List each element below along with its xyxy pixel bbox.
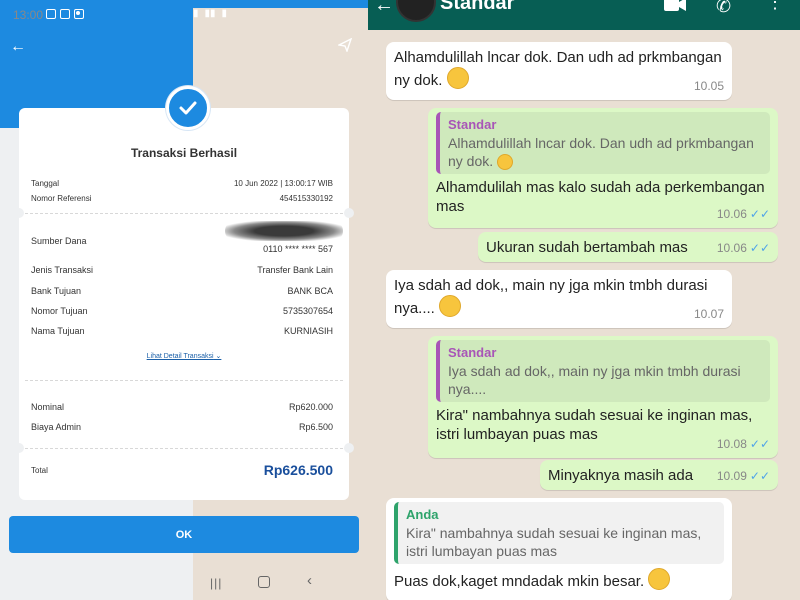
chevron-down-icon: ⌄ (215, 353, 222, 360)
success-check-icon (166, 86, 210, 130)
separator (25, 380, 343, 381)
quoted-message[interactable]: Standar Alhamdulillah lncar dok. Dan udh… (436, 112, 770, 174)
row-tanggal: Tanggal 10 Jun 2022 | 13:00:17 WIB (31, 179, 333, 188)
row-nomor-tujuan: Nomor Tujuan 5735307654 (31, 306, 333, 316)
message-incoming[interactable]: Anda Kira" nambahnya sudah sesuai ke ing… (386, 498, 732, 600)
contact-name[interactable]: Standar (440, 0, 514, 15)
row-nominal: Nominal Rp620.000 (31, 402, 333, 412)
share-icon[interactable] (336, 37, 353, 57)
ok-button[interactable]: OK (9, 516, 359, 553)
phone-call-icon[interactable]: ✆ (716, 0, 731, 17)
total-amount: Rp626.500 (263, 462, 333, 478)
detail-transaksi-link[interactable]: Lihat Detail Transaksi ⌄ (19, 352, 349, 360)
quoted-message[interactable]: Standar Iya sdah ad dok,, main ny jga mk… (436, 340, 770, 402)
row-total: Total Rp626.500 (31, 462, 333, 478)
back-icon[interactable]: ‹ (307, 572, 312, 589)
mobile-banking-screen: 13:00 ▮ ▮▮ ▮ ← Transaksi Berhasil Tanggal … (0, 0, 368, 600)
row-nama-tujuan: Nama Tujuan KURNIASIH (31, 326, 333, 336)
message-outgoing[interactable]: Ukuran sudah bertambah mas 10.06 ✓✓ (478, 232, 778, 262)
grin-emoji-icon (446, 67, 469, 89)
separator (25, 448, 343, 449)
read-ticks-icon: ✓✓ (749, 469, 770, 483)
row-jenis-transaksi: Jenis Transaksi Transfer Bank Lain (31, 265, 333, 275)
avatar[interactable] (396, 0, 436, 22)
quoted-message[interactable]: Anda Kira" nambahnya sudah sesuai ke ing… (394, 502, 724, 564)
message-incoming[interactable]: Alhamdulillah lncar dok. Dan udh ad prkm… (386, 42, 732, 100)
video-call-icon[interactable] (664, 0, 686, 11)
android-nav-bar: ||| ‹ (0, 565, 368, 600)
message-incoming[interactable]: Iya sdah ad dok,, main ny jga mkin tmbh … (386, 270, 732, 328)
row-referensi: Nomor Referensi 454515330192 (31, 194, 333, 203)
chat-header: ← Standar ✆ ⋮ (368, 0, 800, 30)
read-ticks-icon: ✓✓ (749, 241, 770, 255)
message-outgoing[interactable]: Minyaknya masih ada 10.09 ✓✓ (540, 460, 778, 490)
dot-icon (76, 11, 80, 15)
back-arrow-icon[interactable]: ← (374, 0, 394, 17)
receipt-title: Transaksi Berhasil (130, 146, 238, 160)
back-arrow-icon[interactable]: ← (10, 38, 26, 56)
status-bar: 13:00 ▮ ▮▮ ▮ (0, 0, 368, 600)
read-ticks-icon: ✓✓ (749, 207, 770, 221)
read-ticks-icon: ✓✓ (749, 437, 770, 451)
redaction-blur (225, 221, 343, 241)
row-biaya-admin: Biaya Admin Rp6.500 (31, 422, 333, 432)
home-icon[interactable] (258, 576, 270, 588)
recent-apps-icon[interactable]: ||| (210, 576, 222, 590)
separator (25, 213, 343, 214)
message-outgoing[interactable]: Standar Iya sdah ad dok,, main ny jga mk… (428, 336, 778, 458)
row-bank-tujuan: Bank Tujuan BANK BCA (31, 286, 333, 296)
relieved-emoji-icon (439, 295, 462, 317)
whatsapp-chat-screen: ← Standar ✆ ⋮ Alhamdulillah lncar dok. D… (368, 0, 800, 600)
receipt-card: Transaksi Berhasil Tanggal 10 Jun 2022 |… (14, 108, 354, 500)
grin-emoji-icon (648, 568, 671, 590)
more-options-icon[interactable]: ⋮ (766, 0, 784, 13)
message-outgoing[interactable]: Standar Alhamdulillah lncar dok. Dan udh… (428, 108, 778, 228)
smile-emoji-icon (497, 154, 514, 170)
